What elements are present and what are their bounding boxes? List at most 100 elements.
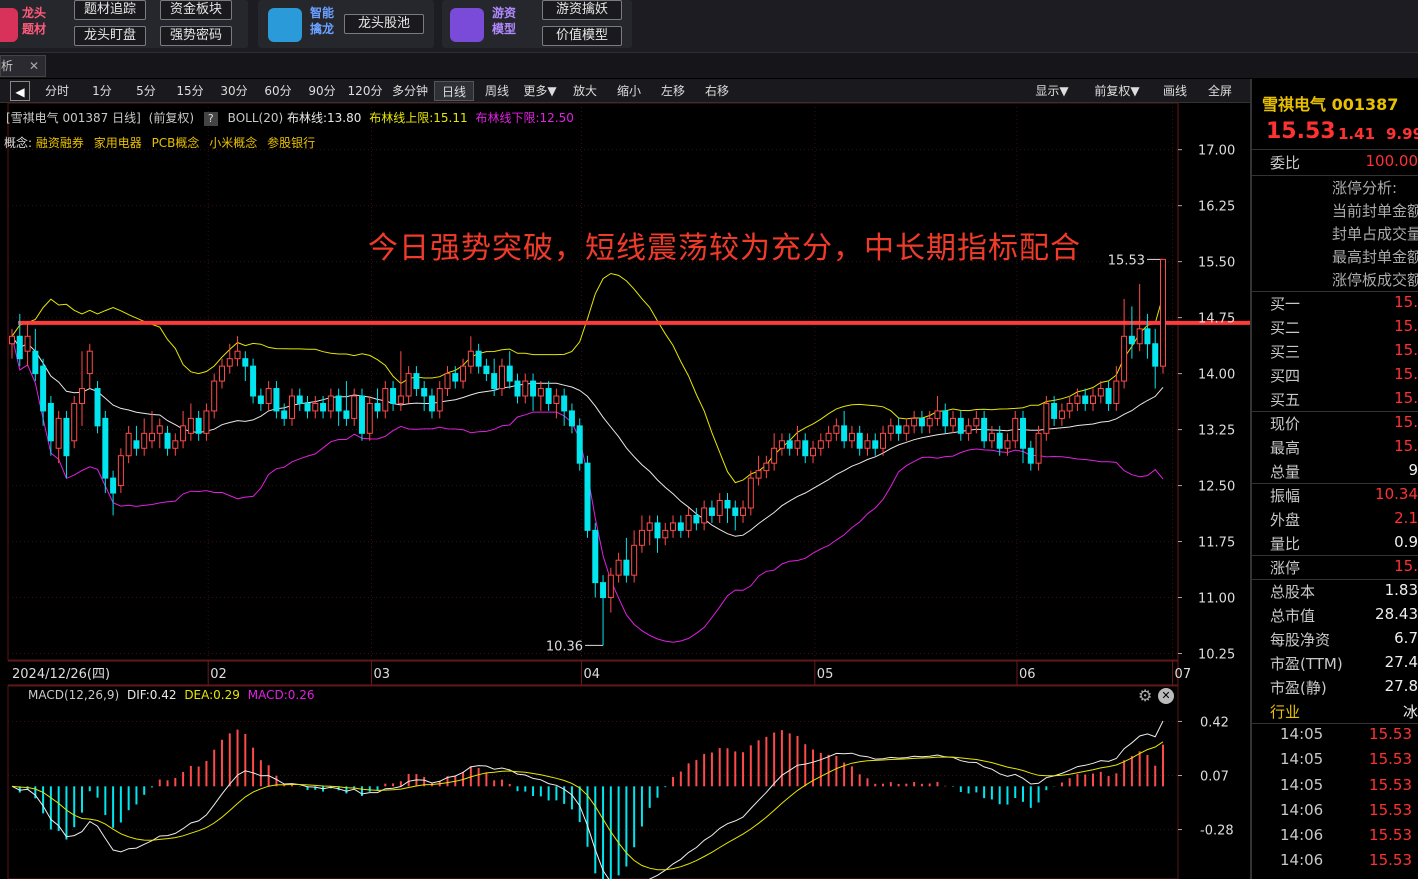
candle-body bbox=[304, 402, 311, 412]
tab-analysis[interactable]: 析 ✕ bbox=[0, 55, 46, 77]
adjust-label: (前复权) bbox=[148, 111, 195, 125]
period-timeshare[interactable]: 分时 bbox=[38, 81, 76, 101]
fund-label: 市盈(静) bbox=[1270, 679, 1327, 697]
candle-body bbox=[763, 462, 770, 472]
candle-body bbox=[9, 335, 15, 345]
period-weekly[interactable]: 周线 bbox=[478, 81, 516, 101]
kline-chart[interactable]: 15.53 10.36 17.00 16.25 15.50 14.75 14.00 13.2… bbox=[0, 103, 1250, 879]
value-model-button[interactable]: 价值模型 bbox=[542, 26, 622, 46]
concept-tag[interactable]: PCB概念 bbox=[152, 136, 200, 150]
boll-lower: 布林线下限:12.50 bbox=[475, 111, 574, 125]
period-5min[interactable]: 5分 bbox=[128, 81, 164, 101]
candle-body bbox=[382, 388, 389, 412]
quote-row: 总量 9 bbox=[1252, 461, 1418, 485]
order-label: 买二 bbox=[1270, 319, 1301, 337]
candle-body bbox=[600, 582, 607, 599]
candle-body bbox=[390, 388, 397, 404]
zoom-in-button[interactable]: 放大 bbox=[566, 81, 604, 101]
candle-body bbox=[1090, 395, 1097, 404]
hot-money-group: 游资 模型 游资擒妖 价值模型 bbox=[442, 0, 632, 48]
candle-body bbox=[94, 388, 101, 427]
candle-body bbox=[522, 380, 529, 397]
candle-body bbox=[335, 395, 342, 412]
period-30min[interactable]: 30分 bbox=[216, 81, 252, 101]
industry-row[interactable]: 行业 冰 bbox=[1252, 701, 1418, 725]
period-15min[interactable]: 15分 bbox=[172, 81, 208, 101]
price-tick-label: 14.75 bbox=[1198, 312, 1235, 327]
candle-body bbox=[1027, 447, 1034, 464]
candle-body bbox=[1136, 328, 1143, 345]
leader-watch-button[interactable]: 龙头盯盘 bbox=[74, 26, 146, 46]
quote-label: 外盘 bbox=[1270, 511, 1301, 529]
concept-tag[interactable]: 参股银行 bbox=[267, 136, 315, 150]
fund-sector-button[interactable]: 资金板块 bbox=[160, 0, 232, 20]
candle-body bbox=[250, 365, 257, 397]
fund-value: 27.8 bbox=[1384, 677, 1418, 695]
zoom-out-button[interactable]: 缩小 bbox=[610, 81, 648, 101]
candle-body bbox=[148, 432, 155, 442]
candle-body bbox=[1004, 440, 1011, 449]
tick-time: 14:06 bbox=[1280, 826, 1324, 844]
settings-gear-icon[interactable]: ⚙ bbox=[1138, 686, 1152, 705]
macd-header: MACD(12,26,9) DIF:0.42 DEA:0.29 MACD:0.2… bbox=[28, 688, 314, 702]
period-more-dropdown[interactable]: 更多▼ bbox=[518, 81, 562, 101]
period-60min[interactable]: 60分 bbox=[260, 81, 296, 101]
candle-body bbox=[234, 350, 241, 360]
candle-body bbox=[1105, 388, 1112, 404]
move-right-button[interactable]: 右移 bbox=[698, 81, 736, 101]
candle-body bbox=[242, 358, 249, 367]
quote-value: 2.1 bbox=[1394, 509, 1418, 527]
adjust-dropdown[interactable]: 前复权▼ bbox=[1086, 81, 1148, 101]
candle-body bbox=[825, 432, 832, 442]
candle-body bbox=[537, 388, 544, 397]
candle-body bbox=[584, 462, 591, 531]
period-120min[interactable]: 120分 bbox=[344, 81, 386, 101]
chart-area[interactable]: 15.53 10.36 17.00 16.25 15.50 14.75 14.00 13.2… bbox=[0, 103, 1250, 879]
dragon-theme-icon bbox=[0, 8, 18, 42]
macd-tick-label: 0.42 bbox=[1200, 715, 1229, 730]
move-left-button[interactable]: 左移 bbox=[654, 81, 692, 101]
candle-body bbox=[1082, 395, 1089, 404]
candle-body bbox=[1043, 402, 1050, 434]
strength-code-button[interactable]: 强势密码 bbox=[160, 26, 232, 46]
concept-tag[interactable]: 小米概念 bbox=[209, 136, 257, 150]
order-row: 买一 15. bbox=[1252, 293, 1418, 317]
candle-body bbox=[1144, 328, 1151, 345]
concept-tag[interactable]: 家用电器 bbox=[94, 136, 142, 150]
tick-time: 14:06 bbox=[1280, 801, 1324, 819]
candle-body bbox=[273, 388, 280, 412]
candle-body bbox=[638, 529, 645, 546]
theme-group: 龙头 题材 题材追踪 资金板块 龙头盯盘 强势密码 bbox=[0, 0, 248, 48]
divider bbox=[1252, 723, 1418, 724]
candle-body bbox=[716, 500, 723, 516]
order-label: 买一 bbox=[1270, 295, 1301, 313]
candle-body bbox=[110, 477, 117, 494]
order-label: 买三 bbox=[1270, 343, 1301, 361]
back-arrow-icon[interactable]: ◀ bbox=[10, 81, 30, 101]
period-90min[interactable]: 90分 bbox=[304, 81, 340, 101]
concept-tag[interactable]: 融资融券 bbox=[36, 136, 84, 150]
candle-body bbox=[623, 559, 630, 576]
fund-label: 市盈(TTM) bbox=[1270, 655, 1343, 673]
date-label: 07 bbox=[1175, 667, 1192, 682]
price-change: 1.41 bbox=[1338, 125, 1376, 143]
date-label: 06 bbox=[1019, 667, 1036, 682]
candle-body bbox=[203, 410, 210, 434]
hot-money-button[interactable]: 游资擒妖 bbox=[542, 0, 622, 20]
theme-tracking-button[interactable]: 题材追踪 bbox=[74, 0, 146, 20]
quote-value: 9 bbox=[1408, 461, 1418, 479]
help-icon[interactable]: ? bbox=[203, 112, 218, 126]
candle-body bbox=[934, 410, 941, 419]
candle-body bbox=[988, 432, 995, 442]
period-1min[interactable]: 1分 bbox=[84, 81, 120, 101]
display-dropdown[interactable]: 显示▼ bbox=[1026, 81, 1078, 101]
close-indicator-icon[interactable]: ✕ bbox=[1158, 688, 1174, 704]
candle-body bbox=[343, 410, 350, 419]
leader-pool-button[interactable]: 龙头股池 bbox=[344, 14, 424, 34]
candle-body bbox=[950, 417, 957, 427]
period-daily[interactable]: 日线 bbox=[434, 81, 474, 101]
fullscreen-button[interactable]: 全屏 bbox=[1200, 81, 1240, 101]
close-icon[interactable]: ✕ bbox=[29, 56, 39, 76]
period-multi-min[interactable]: 多分钟 bbox=[388, 81, 432, 101]
draw-line-button[interactable]: 画线 bbox=[1156, 81, 1194, 101]
